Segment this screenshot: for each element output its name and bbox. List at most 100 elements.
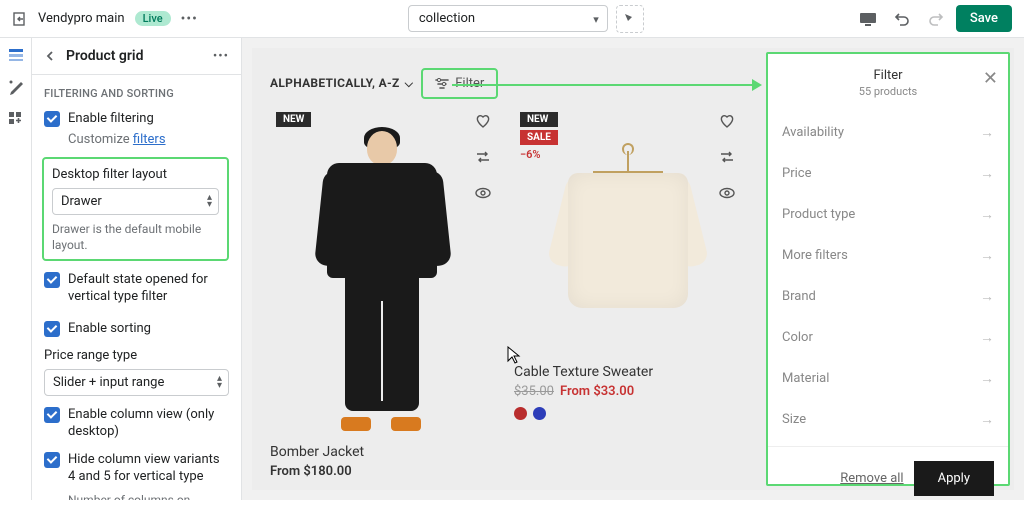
field-label: Desktop filter layout [52,167,219,182]
checkbox-icon [44,111,60,127]
checkbox-label: Default state opened for vertical type f… [68,271,229,306]
drawer-body: Availability→ Price→ Product type→ More … [768,106,1008,446]
checkbox-label: Enable sorting [68,320,151,338]
checkbox-label: Enable filtering [68,110,154,128]
desktop-filter-layout-select[interactable]: Drawer ▴▾ [52,188,219,215]
swatch[interactable] [514,407,527,420]
save-button[interactable]: Save [956,5,1012,32]
sidebar-header: Product grid ••• [32,38,241,75]
left-rail [0,38,32,500]
product-image [553,151,703,331]
app-embeds-icon[interactable] [7,110,25,128]
arrow-right-icon: → [980,165,994,182]
checkbox-icon [44,321,60,337]
chevron-down-icon: ▾ [593,13,599,26]
enable-filtering-checkbox[interactable]: Enable filtering [44,110,229,128]
desktop-filter-layout-field: Desktop filter layout Drawer ▴▾ Drawer i… [42,157,229,261]
updown-icon: ▴▾ [207,194,212,208]
field-hint: Drawer is the default mobile layout. [52,221,219,253]
filter-row-more[interactable]: More filters→ [782,235,994,276]
filter-icon [435,78,449,90]
product-card[interactable]: NEW Bomber Jacket From $180.00 [270,106,498,479]
arrow-right-icon: → [980,124,994,141]
top-bar: Vendypro main Live ••• collection ▾ Save [0,0,1024,38]
sections-icon[interactable] [7,46,25,64]
filters-link[interactable]: filters [133,132,166,147]
price-range-select[interactable]: Slider + input range ▴▾ [44,369,229,396]
remove-all-link[interactable]: Remove all [840,471,903,486]
annotation-arrow [452,84,760,86]
exit-icon[interactable] [12,11,28,27]
column-view-checkbox[interactable]: Enable column view (only desktop) [44,406,229,441]
field-label: Price range type [44,348,229,363]
swatch[interactable] [533,407,546,420]
checkbox-icon [44,452,60,468]
back-icon[interactable] [44,50,56,62]
sidebar-title: Product grid [66,48,213,64]
product-price: $35.00From $33.00 [514,384,742,399]
page-selector-value: collection [419,11,475,26]
sort-dropdown[interactable]: ALPHABETICALLY, A-Z ⌵ [270,76,413,91]
heart-icon[interactable] [474,112,492,130]
color-swatches[interactable] [514,407,742,420]
enable-sorting-checkbox[interactable]: Enable sorting [44,320,229,338]
product-price: From $180.00 [270,464,498,479]
arrow-right-icon: → [980,411,994,428]
filter-row-product-type[interactable]: Product type→ [782,194,994,235]
select-value: Slider + input range [53,375,164,390]
product-title: Bomber Jacket [270,444,498,460]
theme-preview: ALPHABETICALLY, A-Z ⌵ Filter NEW [242,38,1024,500]
inspector-button[interactable] [616,5,644,33]
checkbox-icon [44,407,60,423]
filter-row-brand[interactable]: Brand→ [782,276,994,317]
arrow-right-icon: → [980,206,994,223]
section-heading: FILTERING AND SORTING [44,87,229,100]
live-badge: Live [135,11,171,26]
checkbox-label: Hide column view variants 4 and 5 for ve… [68,451,229,486]
compare-icon[interactable] [718,148,736,166]
more-icon[interactable]: ••• [181,11,198,27]
quickview-icon[interactable] [718,184,736,202]
product-image [309,131,459,431]
apply-button[interactable]: Apply [914,461,994,496]
theme-settings-icon[interactable] [7,78,25,96]
close-icon[interactable]: ✕ [983,68,998,89]
hide-variants-checkbox[interactable]: Hide column view variants 4 and 5 for ve… [44,451,229,486]
product-title: Cable Texture Sweater [514,364,742,380]
heart-icon[interactable] [718,112,736,130]
filter-row-color[interactable]: Color→ [782,317,994,358]
settings-sidebar: Product grid ••• FILTERING AND SORTING E… [32,38,242,500]
compare-icon[interactable] [474,148,492,166]
quickview-icon[interactable] [474,184,492,202]
redo-icon[interactable] [922,5,950,33]
sale-badge: SALE [520,130,558,145]
field-hint: Number of columns on desktop must be 2 o… [68,492,229,500]
filter-row-availability[interactable]: Availability→ [782,112,994,153]
theme-name: Vendypro main [38,11,125,26]
select-value: Drawer [61,194,102,209]
arrow-right-icon: → [980,247,994,264]
drawer-subtitle: 55 products [782,85,994,98]
checkbox-icon [44,272,60,288]
annotation-arrow-head [752,79,762,91]
page-selector[interactable]: collection ▾ [408,5,608,32]
new-badge: NEW [520,112,558,127]
product-card[interactable]: NEW SALE −6% Cable Texture Sweater $35.0… [514,106,742,420]
sidebar-more-icon[interactable]: ••• [213,49,229,64]
updown-icon: ▴▾ [217,375,222,389]
arrow-right-icon: → [980,288,994,305]
filter-row-size[interactable]: Size→ [782,399,994,440]
desktop-viewport-icon[interactable] [854,5,882,33]
arrow-right-icon: → [980,329,994,346]
chevron-down-icon: ⌵ [402,77,414,90]
checkbox-label: Enable column view (only desktop) [68,406,229,441]
filter-drawer: Filter 55 products ✕ Availability→ Price… [766,52,1010,486]
customize-filters-text: Customize filters [68,132,229,147]
drawer-title: Filter [782,68,994,83]
filter-row-material[interactable]: Material→ [782,358,994,399]
arrow-right-icon: → [980,370,994,387]
new-badge: NEW [276,112,311,127]
default-state-checkbox[interactable]: Default state opened for vertical type f… [44,271,229,306]
undo-icon[interactable] [888,5,916,33]
filter-row-price[interactable]: Price→ [782,153,994,194]
